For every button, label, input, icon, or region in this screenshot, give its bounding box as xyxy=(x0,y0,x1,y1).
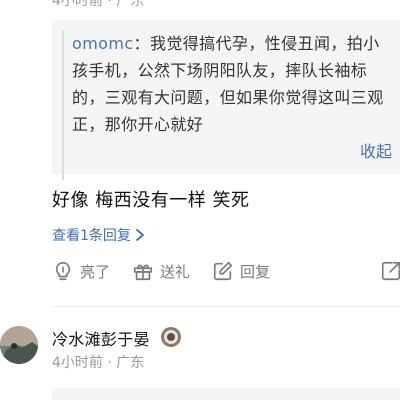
view-replies-label: 查看1条回复 xyxy=(52,228,131,244)
avatar[interactable] xyxy=(0,326,38,364)
reply-label: 回复 xyxy=(240,262,271,281)
quote-author[interactable]: omomc xyxy=(72,34,134,53)
like-label: 亮了 xyxy=(80,262,111,281)
reply-button[interactable]: 回复 xyxy=(212,260,270,282)
comment-text: 好像 梅西没有一样 笑死 xyxy=(52,190,250,211)
like-button[interactable]: 亮了 xyxy=(52,260,110,282)
level-badge-icon xyxy=(161,327,181,347)
username[interactable]: 冷水滩彭于晏 xyxy=(52,326,150,350)
gift-button[interactable]: 送礼 xyxy=(132,260,190,282)
share-button[interactable] xyxy=(380,260,400,282)
edit-reply-icon xyxy=(213,261,233,281)
gift-icon xyxy=(133,264,153,281)
chevron-right-icon xyxy=(136,229,144,241)
previous-comment-meta: 4小时前 · 广东 xyxy=(52,0,145,9)
quoted-comment: omomc：我觉得搞代孕，性侵丑闻，拍小孩手机，公然下场阴阳队友，摔队长袖标的，… xyxy=(52,20,400,180)
quote-bar xyxy=(62,30,64,180)
gift-label: 送礼 xyxy=(160,262,191,281)
next-quoted-comment xyxy=(52,388,400,400)
comment-divider xyxy=(52,306,400,307)
quote-separator: ： xyxy=(133,34,150,53)
comment-meta: 4小时前 · 广东 xyxy=(52,355,145,371)
avatar-image xyxy=(0,326,38,364)
collapse-button[interactable]: 收起 xyxy=(360,138,392,162)
comment-actions: 亮了 送礼 回复 xyxy=(52,260,400,288)
view-replies-link[interactable]: 查看1条回复 xyxy=(52,225,145,245)
lightbulb-icon xyxy=(55,261,71,281)
quote-text-block: omomc：我觉得搞代孕，性侵丑闻，拍小孩手机，公然下场阴阳队友，摔队长袖标的，… xyxy=(72,30,392,138)
share-icon xyxy=(381,261,400,281)
